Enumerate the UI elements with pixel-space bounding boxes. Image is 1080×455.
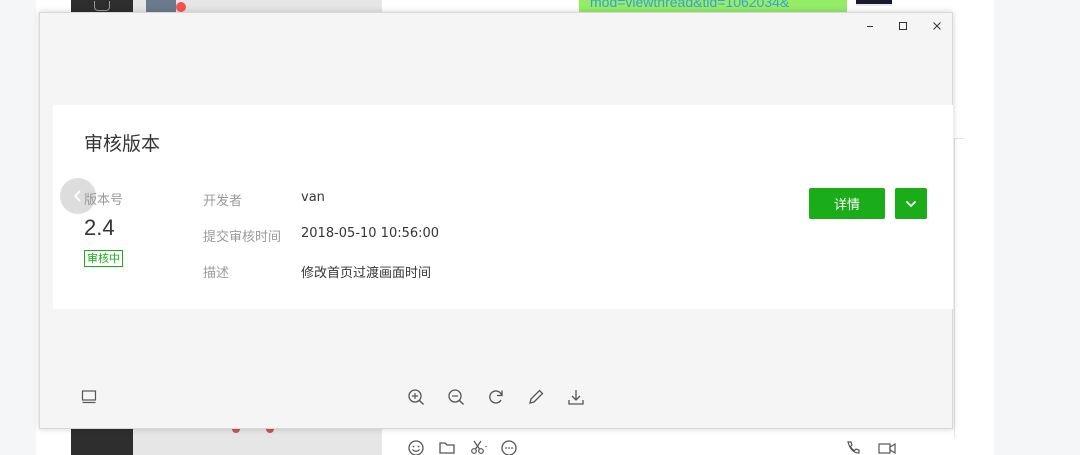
maximize-icon: [899, 22, 907, 30]
review-version-card: 审核版本 版本号 2.4 审核中 开发者 van 提交审核时间 2018-05-…: [53, 105, 953, 309]
scissors-icon[interactable]: [468, 438, 488, 455]
link-thumbnail: [856, 0, 892, 6]
viewer-toolbar: [406, 387, 586, 407]
edit-icon[interactable]: [526, 387, 546, 407]
video-call-icon[interactable]: [877, 438, 897, 455]
minimize-button[interactable]: [859, 17, 881, 35]
developer-label: 开发者: [203, 194, 243, 209]
description-value: 修改首页过渡画面时间: [301, 266, 432, 281]
close-icon: [933, 22, 941, 30]
version-label: 版本号: [84, 193, 124, 208]
chevron-left-icon: [73, 190, 81, 202]
thumbnail-view-icon[interactable]: [81, 389, 97, 405]
more-options-button[interactable]: [895, 188, 927, 219]
chat-sidebar-icon: [94, 1, 110, 11]
phone-icon[interactable]: [843, 438, 863, 455]
chat-bubble-icon[interactable]: [499, 438, 519, 455]
maximize-button[interactable]: [892, 17, 914, 35]
chat-call-toolbar: [843, 438, 897, 455]
message-link-text[interactable]: mod=viewthread&tid=1062034&: [590, 0, 789, 10]
close-button[interactable]: [926, 17, 948, 35]
description-label: 描述: [203, 266, 230, 281]
submit-time-value: 2018-05-10 10:56:00: [301, 226, 440, 241]
unread-badge: [176, 2, 186, 12]
card-title: 审核版本: [84, 133, 161, 155]
rotate-icon[interactable]: [486, 387, 506, 407]
detail-button[interactable]: 详情: [809, 188, 885, 219]
developer-value: van: [301, 190, 325, 205]
minimize-icon: [867, 26, 873, 27]
submit-time-label: 提交审核时间: [203, 230, 282, 245]
desktop-strip: [994, 0, 1080, 455]
download-icon[interactable]: [566, 387, 586, 407]
version-number: 2.4: [84, 215, 115, 240]
status-badge: 审核中: [84, 250, 123, 267]
chevron-down-icon: [905, 200, 917, 207]
chat-input-toolbar: [406, 438, 519, 455]
side-card: [954, 138, 964, 438]
emoji-icon[interactable]: [406, 438, 426, 455]
folder-icon[interactable]: [437, 438, 457, 455]
image-viewer-window: 审核版本 版本号 2.4 审核中 开发者 van 提交审核时间 2018-05-…: [39, 12, 953, 429]
zoom-out-icon[interactable]: [446, 387, 466, 407]
zoom-in-icon[interactable]: [406, 387, 426, 407]
